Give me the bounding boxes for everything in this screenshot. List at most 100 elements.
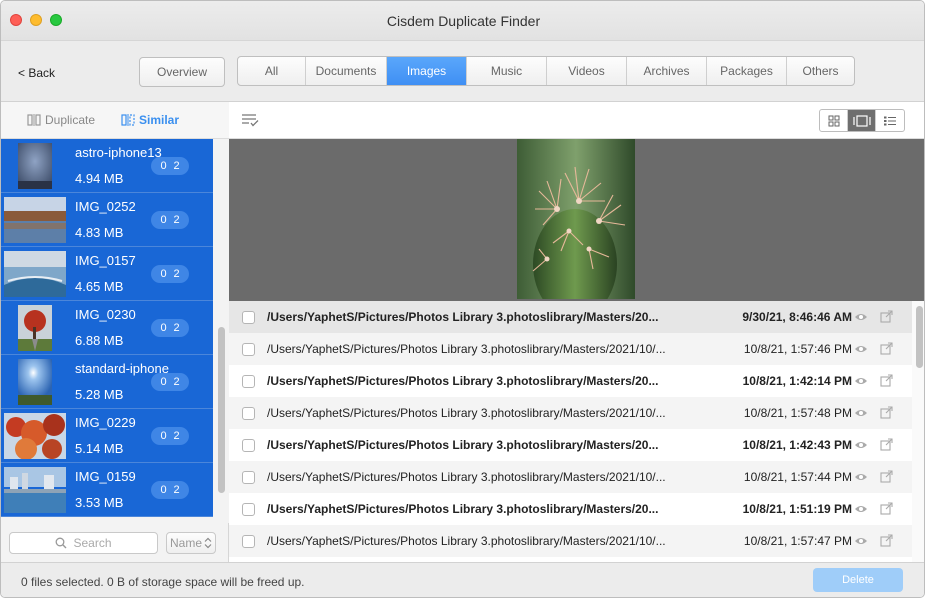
tab-packages[interactable]: Packages [707, 57, 787, 85]
toolbar: < Back Overview All Documents Images Mus… [1, 41, 924, 102]
back-button[interactable]: < Back [18, 66, 55, 80]
list-item[interactable]: IMG_0159 3.53 MB 02 [1, 463, 213, 517]
open-in-finder-icon[interactable] [880, 342, 893, 355]
list-view-button[interactable] [876, 110, 904, 131]
file-date: 9/30/21, 8:46:46 AM [742, 310, 852, 324]
eye-icon[interactable] [854, 536, 868, 546]
grid-icon [828, 115, 839, 126]
duplicate-mode-button[interactable]: Duplicate [27, 113, 95, 127]
duplicate-icon [27, 114, 41, 126]
open-in-finder-icon[interactable] [880, 374, 893, 387]
count-badge: 02 [151, 373, 189, 391]
table-row[interactable]: /Users/YaphetS/Pictures/Photos Library 3… [229, 429, 912, 461]
tab-others[interactable]: Others [787, 57, 854, 85]
row-checkbox[interactable] [242, 311, 255, 324]
row-checkbox[interactable] [242, 535, 255, 548]
thumbnail-image [18, 305, 52, 351]
eye-icon[interactable] [854, 344, 868, 354]
tab-videos[interactable]: Videos [547, 57, 627, 85]
view-mode-switch [819, 109, 905, 132]
count-badge: 02 [151, 157, 189, 175]
thumbnail-image [18, 143, 52, 189]
selection-summary: 0 files selected. 0 B of storage space w… [21, 575, 305, 589]
row-checkbox[interactable] [242, 375, 255, 388]
tab-images[interactable]: Images [387, 57, 467, 85]
list-item[interactable]: IMG_0252 4.83 MB 02 [1, 193, 213, 247]
eye-icon[interactable] [854, 408, 868, 418]
preview-view-button[interactable] [848, 110, 876, 131]
tab-all[interactable]: All [238, 57, 306, 85]
sort-label: Name [169, 536, 202, 550]
thumbnail-image [18, 359, 52, 405]
delete-button[interactable]: Delete [813, 568, 903, 592]
list-item[interactable]: astro-iphone13 4.94 MB 02 [1, 139, 213, 193]
table-row[interactable]: /Users/YaphetS/Pictures/Photos Library 3… [229, 365, 912, 397]
similar-icon [121, 114, 135, 126]
row-checkbox[interactable] [242, 471, 255, 484]
list-item[interactable]: IMG_0230 6.88 MB 02 [1, 301, 213, 355]
tab-archives[interactable]: Archives [627, 57, 707, 85]
tab-documents[interactable]: Documents [306, 57, 387, 85]
tab-music[interactable]: Music [467, 57, 547, 85]
app-window: Cisdem Duplicate Finder < Back Overview … [0, 0, 925, 598]
file-path: /Users/YaphetS/Pictures/Photos Library 3… [267, 438, 659, 452]
file-date: 10/8/21, 1:42:14 PM [742, 374, 852, 388]
open-in-finder-icon[interactable] [880, 470, 893, 483]
window-title: Cisdem Duplicate Finder [386, 13, 541, 29]
item-size: 6.88 MB [75, 333, 124, 348]
duplicate-mode-label: Duplicate [45, 113, 96, 127]
list-item[interactable]: IMG_0229 5.14 MB 02 [1, 409, 213, 463]
file-date: 10/8/21, 1:57:47 PM [743, 534, 852, 548]
row-checkbox[interactable] [242, 439, 255, 452]
eye-icon[interactable] [854, 312, 868, 322]
item-size: 4.83 MB [75, 225, 124, 240]
duplicate-group-list: astro-iphone13 4.94 MB 02 IMG_0252 4.83 … [1, 139, 213, 523]
chevron-updown-icon [204, 537, 212, 549]
row-checkbox[interactable] [242, 503, 255, 516]
thumbnail-view-button[interactable] [820, 110, 848, 131]
open-in-finder-icon[interactable] [880, 534, 893, 547]
sort-dropdown[interactable]: Name [166, 532, 216, 554]
eye-icon[interactable] [854, 472, 868, 482]
file-type-tabs: All Documents Images Music Videos Archiv… [237, 56, 855, 86]
search-placeholder: Search [73, 536, 112, 550]
file-path: /Users/YaphetS/Pictures/Photos Library 3… [267, 374, 659, 388]
table-row[interactable]: /Users/YaphetS/Pictures/Photos Library 3… [229, 493, 912, 525]
table-row[interactable]: /Users/YaphetS/Pictures/Photos Library 3… [229, 333, 912, 365]
open-in-finder-icon[interactable] [880, 310, 893, 323]
table-row[interactable]: /Users/YaphetS/Pictures/Photos Library 3… [229, 301, 912, 333]
file-path: /Users/YaphetS/Pictures/Photos Library 3… [267, 502, 659, 516]
table-row[interactable]: /Users/YaphetS/Pictures/Photos Library 3… [229, 525, 912, 557]
list-item[interactable]: IMG_0157 4.65 MB 02 [1, 247, 213, 301]
eye-icon[interactable] [854, 504, 868, 514]
open-in-finder-icon[interactable] [880, 438, 893, 451]
auto-select-icon[interactable] [241, 113, 259, 127]
table-row[interactable]: /Users/YaphetS/Pictures/Photos Library 3… [229, 397, 912, 429]
eye-icon[interactable] [854, 440, 868, 450]
file-path: /Users/YaphetS/Pictures/Photos Library 3… [267, 342, 666, 356]
row-checkbox[interactable] [242, 343, 255, 356]
count-badge: 02 [151, 481, 189, 499]
table-row[interactable]: /Users/YaphetS/Pictures/Photos Library 3… [229, 461, 912, 493]
open-in-finder-icon[interactable] [880, 406, 893, 419]
image-preview [229, 139, 924, 301]
thumbnail-image [4, 197, 66, 243]
search-field[interactable]: Search [9, 532, 158, 554]
similar-mode-button[interactable]: Similar [121, 113, 179, 127]
mode-switch: Duplicate Similar [1, 102, 229, 139]
pane-toolbar [229, 102, 924, 139]
list-item[interactable]: standard-iphone 5.28 MB 02 [1, 355, 213, 409]
eye-icon[interactable] [854, 376, 868, 386]
similar-mode-label: Similar [139, 113, 180, 127]
preview-icon [852, 114, 871, 127]
row-checkbox[interactable] [242, 407, 255, 420]
open-in-finder-icon[interactable] [880, 502, 893, 515]
count-badge: 02 [151, 211, 189, 229]
search-icon [56, 537, 67, 549]
count-badge: 02 [151, 265, 189, 283]
title-bar: Cisdem Duplicate Finder [1, 1, 924, 41]
file-list-scrollbar-thumb[interactable] [916, 306, 923, 368]
sidebar-scrollbar-thumb[interactable] [218, 327, 225, 493]
overview-button[interactable]: Overview [139, 57, 225, 87]
file-date: 10/8/21, 1:57:48 PM [743, 406, 852, 420]
